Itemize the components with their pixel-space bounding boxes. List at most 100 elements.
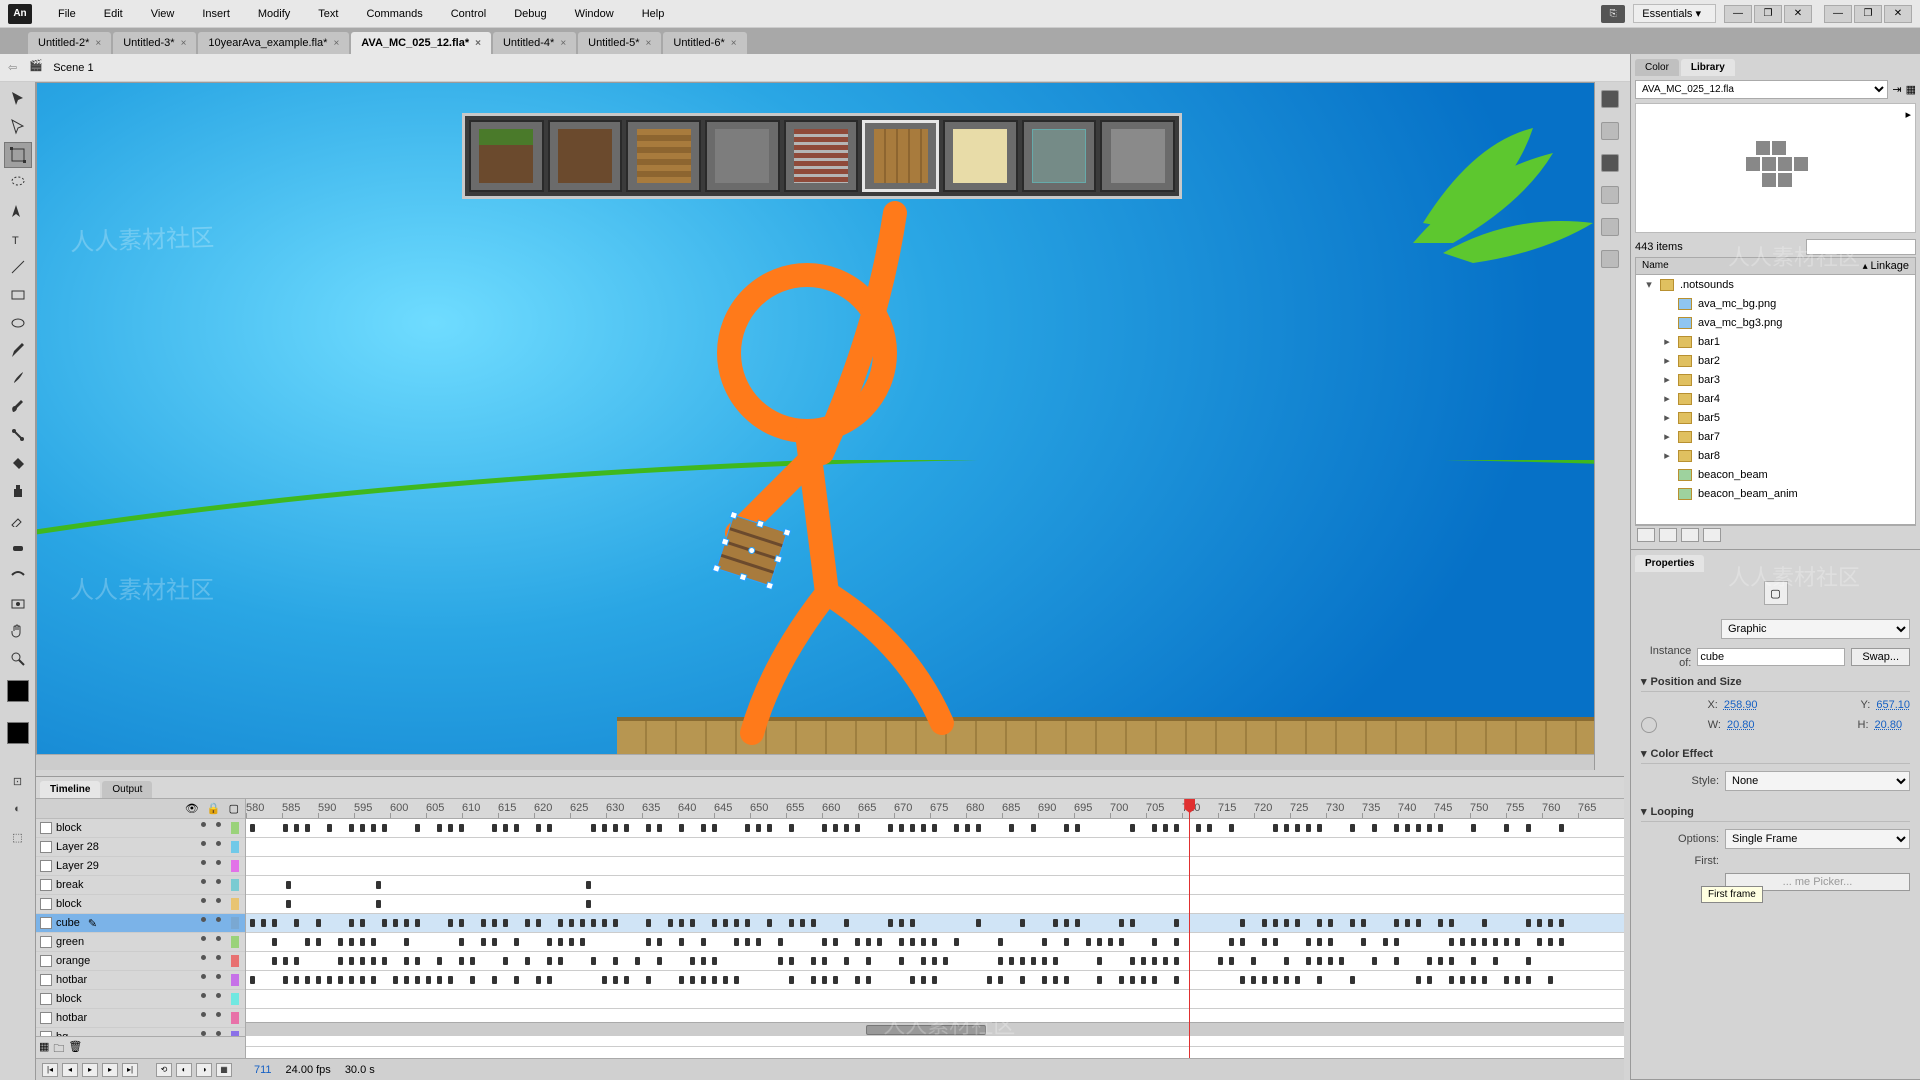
menu-view[interactable]: View [137, 4, 189, 24]
pos-y[interactable]: 657.10 [1876, 699, 1910, 711]
layer-row[interactable]: break [36, 876, 245, 895]
tab-close-icon[interactable]: × [560, 38, 566, 49]
doc-tab[interactable]: AVA_MC_025_12.fla*× [351, 32, 491, 54]
tab-close-icon[interactable]: × [181, 38, 187, 49]
tab-library[interactable]: Library [1681, 59, 1735, 76]
track[interactable] [246, 1047, 1624, 1058]
tab-close-icon[interactable]: × [95, 38, 101, 49]
library-item[interactable]: beacon_beam [1636, 465, 1915, 484]
menu-debug[interactable]: Debug [500, 4, 560, 24]
menu-modify[interactable]: Modify [244, 4, 304, 24]
layer-lock-toggle[interactable] [216, 917, 221, 922]
library-item[interactable]: ▸bar1 [1636, 332, 1915, 351]
layer-row[interactable]: hotbar [36, 971, 245, 990]
paint-brush-tool[interactable] [4, 394, 32, 420]
step-fwd-button[interactable]: ▸ [102, 1063, 118, 1077]
frame-area[interactable]: 5805855905956006056106156206256306356406… [246, 799, 1624, 1058]
layer-lock-toggle[interactable] [216, 936, 221, 941]
aux-icon-2[interactable] [1601, 122, 1619, 140]
timeline-hscroll[interactable] [246, 1022, 1624, 1036]
layer-color[interactable] [231, 841, 239, 853]
layer-visible-toggle[interactable] [201, 917, 206, 922]
doc-tab[interactable]: Untitled-4*× [493, 32, 576, 54]
size-w[interactable]: 20.80 [1727, 719, 1755, 731]
tab-output[interactable]: Output [102, 781, 152, 798]
track[interactable] [246, 933, 1624, 952]
swap-button[interactable]: Swap... [1851, 648, 1910, 666]
menu-insert[interactable]: Insert [188, 4, 244, 24]
goto-first-button[interactable]: |◂ [42, 1063, 58, 1077]
layer-color[interactable] [231, 860, 239, 872]
camera-tool[interactable] [4, 590, 32, 616]
brush-tool[interactable] [4, 366, 32, 392]
option-3[interactable]: ⬚ [4, 824, 32, 850]
goto-last-button[interactable]: ▸| [122, 1063, 138, 1077]
lib-properties[interactable] [1681, 528, 1699, 542]
layer-color[interactable] [231, 1012, 239, 1024]
text-tool[interactable]: T [4, 226, 32, 252]
tab-properties[interactable]: Properties [1635, 555, 1704, 572]
restore-button[interactable]: ❐ [1754, 5, 1782, 23]
free-transform-tool[interactable] [4, 142, 32, 168]
layer-color[interactable] [231, 917, 239, 929]
lock-aspect-icon[interactable] [1641, 717, 1657, 733]
bone-tool[interactable] [4, 422, 32, 448]
workspace-selector[interactable]: Essentials ▾ [1633, 4, 1716, 23]
snap-option[interactable]: ⊡ [4, 768, 32, 794]
library-item[interactable]: ava_mc_bg3.png [1636, 313, 1915, 332]
color-style-select[interactable]: None [1725, 771, 1910, 791]
track[interactable] [246, 990, 1624, 1009]
layer-lock-toggle[interactable] [216, 955, 221, 960]
doc-minimize-button[interactable]: — [1824, 5, 1852, 23]
layer-row[interactable]: Layer 28 [36, 838, 245, 857]
layer-visible-toggle[interactable] [201, 1012, 206, 1017]
tab-close-icon[interactable]: × [333, 38, 339, 49]
library-item[interactable]: ▸bar5 [1636, 408, 1915, 427]
menu-control[interactable]: Control [437, 4, 500, 24]
doc-close-button[interactable]: ✕ [1884, 5, 1912, 23]
menu-help[interactable]: Help [628, 4, 679, 24]
library-item[interactable]: ▸bar4 [1636, 389, 1915, 408]
track[interactable] [246, 895, 1624, 914]
onion-outline-button[interactable]: ◑ [196, 1063, 212, 1077]
hand-tool[interactable] [4, 618, 32, 644]
close-window-button[interactable]: ✕ [1784, 5, 1812, 23]
layer-lock-toggle[interactable] [216, 993, 221, 998]
layer-color[interactable] [231, 898, 239, 910]
lock-icon[interactable]: 🔒 [207, 802, 221, 815]
preview-play-icon[interactable]: ▸ [1905, 108, 1911, 121]
fill-color-swatch[interactable] [7, 722, 29, 744]
ink-bottle-tool[interactable] [4, 478, 32, 504]
scene-name[interactable]: Scene 1 [53, 62, 93, 74]
track[interactable] [246, 857, 1624, 876]
layer-lock-toggle[interactable] [216, 860, 221, 865]
menu-window[interactable]: Window [561, 4, 628, 24]
library-file-select[interactable]: AVA_MC_025_12.fla [1635, 80, 1888, 99]
frame-ruler[interactable]: 5805855905956006056106156206256306356406… [246, 799, 1624, 819]
aux-icon-6[interactable] [1601, 250, 1619, 268]
current-frame[interactable]: 711 [254, 1064, 272, 1076]
track[interactable] [246, 971, 1624, 990]
track[interactable] [246, 914, 1624, 933]
layer-lock-toggle[interactable] [216, 974, 221, 979]
delete-layer-button[interactable]: 🗑 [68, 1040, 82, 1055]
rectangle-tool[interactable] [4, 282, 32, 308]
size-h[interactable]: 20.80 [1875, 719, 1903, 731]
onion-skin-button[interactable]: ◐ [176, 1063, 192, 1077]
tab-color[interactable]: Color [1635, 59, 1679, 76]
library-list[interactable]: ▾.notsoundsava_mc_bg.pngava_mc_bg3.png▸b… [1635, 275, 1916, 525]
aux-icon-1[interactable] [1601, 90, 1619, 108]
pos-x[interactable]: 258.90 [1724, 699, 1758, 711]
playhead[interactable] [1189, 799, 1190, 1058]
outline-icon[interactable]: ▢ [229, 802, 239, 815]
layer-lock-toggle[interactable] [216, 822, 221, 827]
eraser-tool[interactable] [4, 534, 32, 560]
library-search[interactable] [1806, 239, 1916, 255]
layer-row[interactable]: green [36, 933, 245, 952]
tab-close-icon[interactable]: × [731, 38, 737, 49]
library-item[interactable]: ▸bar8 [1636, 446, 1915, 465]
tab-close-icon[interactable]: × [646, 38, 652, 49]
zoom-tool[interactable] [4, 646, 32, 672]
stroke-color-swatch[interactable] [7, 680, 29, 702]
looping-options-select[interactable]: Single Frame [1725, 829, 1910, 849]
